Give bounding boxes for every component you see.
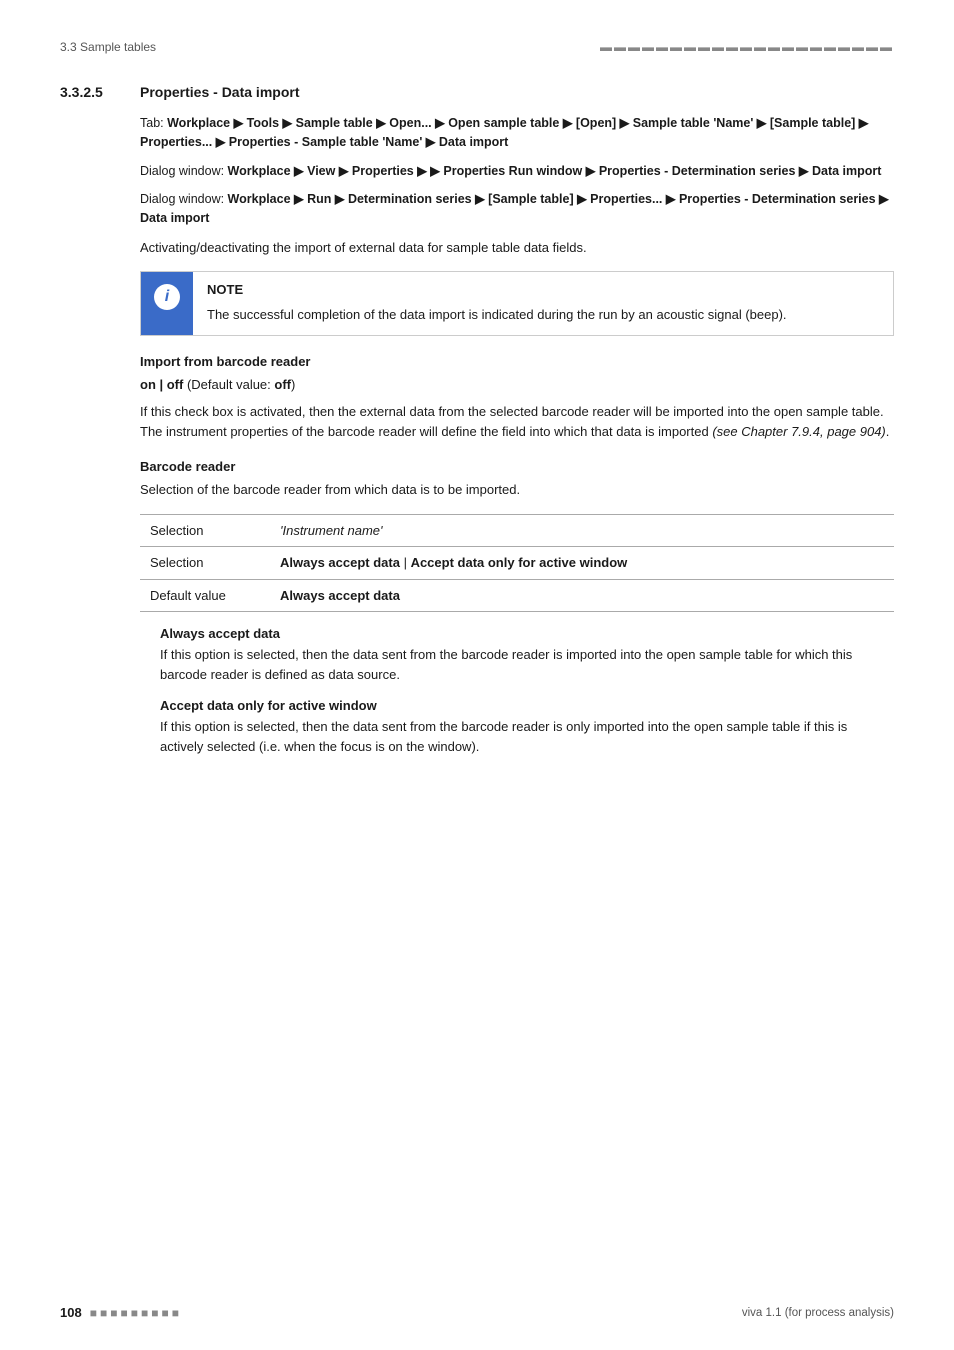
nav-path-2: Dialog window: Workplace ▶ View ▶ Proper… <box>140 162 894 181</box>
option-always-accept: Always accept data If this option is sel… <box>160 626 894 684</box>
table-cell-label: Default value <box>140 579 270 612</box>
table-cell-label: Selection <box>140 547 270 580</box>
note-content: NOTE The successful completion of the da… <box>193 272 893 335</box>
note-box: i NOTE The successful completion of the … <box>140 271 894 336</box>
footer-dots: ■■■■■■■■■ <box>90 1306 182 1320</box>
footer-version: viva 1.1 (for process analysis) <box>742 1307 894 1319</box>
nav-path-1: Tab: Workplace ▶ Tools ▶ Sample table ▶ … <box>140 114 894 152</box>
section-number: 3.3.2.5 <box>60 84 120 100</box>
table-cell-value: Always accept data <box>270 579 894 612</box>
barcode-table: Selection 'Instrument name' Selection Al… <box>140 514 894 613</box>
option-accept-active-heading: Accept data only for active window <box>160 698 894 713</box>
info-icon: i <box>154 284 180 310</box>
page-footer: 108 ■■■■■■■■■ viva 1.1 (for process anal… <box>60 1305 894 1320</box>
page: 3.3 Sample tables ▬▬▬▬▬▬▬▬▬▬▬▬▬▬▬▬▬▬▬▬▬ … <box>0 0 954 1350</box>
header-section-label: 3.3 Sample tables <box>60 40 156 54</box>
note-text: The successful completion of the data im… <box>207 305 879 325</box>
nav-path-3: Dialog window: Workplace ▶ Run ▶ Determi… <box>140 190 894 228</box>
header-decoration: ▬▬▬▬▬▬▬▬▬▬▬▬▬▬▬▬▬▬▬▬▬ <box>600 40 894 54</box>
note-icon-column: i <box>141 272 193 335</box>
table-row: Selection 'Instrument name' <box>140 514 894 547</box>
page-header: 3.3 Sample tables ▬▬▬▬▬▬▬▬▬▬▬▬▬▬▬▬▬▬▬▬▬ <box>60 40 894 54</box>
page-number: 108 <box>60 1305 82 1320</box>
section-title: Properties - Data import <box>140 84 299 100</box>
import-option-line: on | off (Default value: off) <box>140 375 894 395</box>
option-accept-active: Accept data only for active window If th… <box>160 698 894 756</box>
barcode-reader-section: Barcode reader Selection of the barcode … <box>140 459 894 756</box>
note-title: NOTE <box>207 282 879 297</box>
main-description: Activating/deactivating the import of ex… <box>140 238 894 258</box>
table-cell-value: 'Instrument name' <box>270 514 894 547</box>
option-always-accept-heading: Always accept data <box>160 626 894 641</box>
table-row: Selection Always accept data | Accept da… <box>140 547 894 580</box>
footer-left: 108 ■■■■■■■■■ <box>60 1305 182 1320</box>
table-row: Default value Always accept data <box>140 579 894 612</box>
import-description: If this check box is activated, then the… <box>140 402 894 441</box>
option-accept-active-text: If this option is selected, then the dat… <box>160 717 894 756</box>
table-cell-value: Always accept data | Accept data only fo… <box>270 547 894 580</box>
import-section-heading: Import from barcode reader <box>140 354 894 369</box>
section-heading: 3.3.2.5 Properties - Data import <box>60 84 894 100</box>
content-block: Tab: Workplace ▶ Tools ▶ Sample table ▶ … <box>140 114 894 756</box>
barcode-reader-description: Selection of the barcode reader from whi… <box>140 480 894 500</box>
table-cell-label: Selection <box>140 514 270 547</box>
option-always-accept-text: If this option is selected, then the dat… <box>160 645 894 684</box>
barcode-reader-heading: Barcode reader <box>140 459 894 474</box>
